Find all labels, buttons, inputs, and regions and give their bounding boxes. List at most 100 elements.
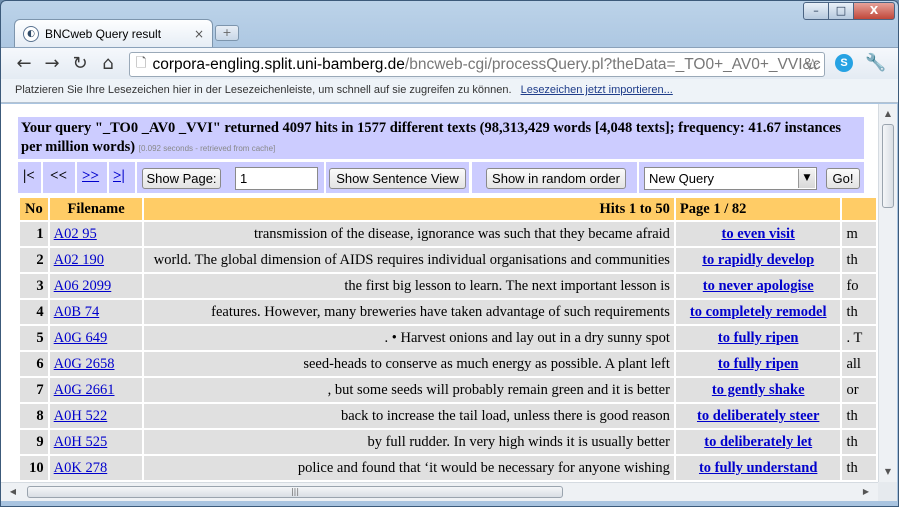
node-link[interactable]: to fully ripen [718,330,799,346]
random-order-button[interactable]: Show in random order [486,168,626,189]
row-number: 7 [20,378,48,402]
table-row: 3 A06 2099 the first big lesson to learn. … [20,274,876,298]
bookmarks-hint: Platzieren Sie Ihre Lesezeichen hier in … [15,84,512,96]
maximize-button[interactable]: □ [828,2,854,20]
back-arrow-icon[interactable]: ← [13,53,35,75]
forward-arrow-icon[interactable]: → [41,53,63,75]
table-row: 6 A0G 2658 seed-heads to conserve as much … [20,352,876,376]
node-cell: to never apologise [675,274,841,298]
right-context: th [842,404,876,428]
left-context: by full rudder. In very high winds it is… [144,430,674,454]
vertical-scrollbar[interactable]: ▲ ▼ [878,104,897,482]
random-order-cell: Show in random order [472,162,637,193]
left-context: , but some seeds will probably remain gr… [144,378,674,402]
prev-page-link[interactable]: << [50,168,67,185]
filename-link[interactable]: A0G 649 [54,330,108,346]
filename-link[interactable]: A0K 278 [54,460,108,476]
scroll-up-arrow-icon[interactable]: ▲ [879,106,897,122]
horizontal-scrollbar[interactable]: ◀ ||| ▶ [1,482,878,501]
new-query-select[interactable]: New Query ▼ [644,167,817,190]
node-link[interactable]: to fully ripen [718,356,799,372]
left-context: transmission of the disease, ignorance w… [144,222,674,246]
left-context: seed-heads to conserve as much energy as… [144,352,674,376]
right-context: or [842,378,876,402]
node-link[interactable]: to rapidly develop [702,252,814,268]
row-number: 4 [20,300,48,324]
table-header-row: No Filename Hits 1 to 50 Page 1 / 82 [20,198,876,220]
filename-cell: A0K 278 [49,456,143,480]
filename-link[interactable]: A0G 2661 [54,382,115,398]
close-icon[interactable]: × [194,27,204,41]
url-path: /bncweb-cgi/processQuery.pl?theData=_TO0… [404,55,821,73]
node-cell: to deliberately steer [675,404,841,428]
filename-link[interactable]: A0B 74 [54,304,100,320]
new-query-selected: New Query [649,171,715,186]
reload-icon[interactable]: ↻ [69,53,91,75]
left-context: back to increase the tail load, unless t… [144,404,674,428]
browser-window: ◐ BNCweb Query result × + – □ X ← → ↻ ⌂ … [0,0,899,507]
query-summary: Your query "_TO0 _AV0 _VVI" returned 409… [18,117,864,159]
table-row: 7 A0G 2661 , but some seeds will probably … [20,378,876,402]
node-link[interactable]: to never apologise [703,278,814,294]
sentence-view-button[interactable]: Show Sentence View [329,168,466,189]
node-cell: to rapidly develop [675,248,841,272]
next-page-cell: >> [77,162,107,193]
import-bookmarks-link[interactable]: Lesezeichen jetzt importieren... [521,84,673,96]
show-page-cell: Show Page: 1 [137,162,324,193]
node-link[interactable]: to gently shake [712,382,805,398]
wrench-icon[interactable]: 🔧 [865,53,886,73]
navigation-controls: |< << >> >| Show Page: 1 Show Sentence V… [18,162,864,193]
table-row: 4 A0B 74 features. However, many breweries… [20,300,876,324]
left-context: the first big lesson to learn. The next … [144,274,674,298]
scroll-left-arrow-icon[interactable]: ◀ [5,483,21,501]
row-number: 3 [20,274,48,298]
close-window-button[interactable]: X [853,2,895,20]
home-icon[interactable]: ⌂ [97,53,119,75]
filename-link[interactable]: A0H 525 [54,434,108,450]
table-row: 9 A0H 525 by full rudder. In very high win… [20,430,876,454]
table-row: 2 A02 190 world. The global dimension of A… [20,248,876,272]
node-link[interactable]: to fully understand [699,460,817,476]
scroll-right-arrow-icon[interactable]: ▶ [858,483,874,501]
go-button[interactable]: Go! [826,168,860,189]
left-context: . • Harvest onions and lay out in a dry … [144,326,674,350]
minimize-button[interactable]: – [803,2,829,20]
node-link[interactable]: to completely remodel [690,304,827,320]
node-link[interactable]: to deliberately let [704,434,812,450]
node-link[interactable]: to deliberately steer [697,408,819,424]
filename-link[interactable]: A02 190 [54,252,104,268]
new-tab-button[interactable]: + [215,25,239,41]
header-no: No [20,198,48,220]
scrollbar-corner [878,482,897,501]
page-number-input[interactable]: 1 [235,167,318,190]
scroll-down-arrow-icon[interactable]: ▼ [879,464,897,480]
filename-link[interactable]: A06 2099 [54,278,112,294]
bookmark-star-icon[interactable]: ☆ [806,55,820,74]
node-link[interactable]: to even visit [722,226,795,242]
address-bar[interactable]: 🗋 corpora-engling.split.uni-bamberg.de /… [129,52,825,77]
url-host: corpora-engling.split.uni-bamberg.de [152,55,405,73]
node-cell: to fully ripen [675,326,841,350]
last-page-link[interactable]: >| [113,168,125,185]
right-context: th [842,456,876,480]
node-cell: to fully ripen [675,352,841,376]
page-icon: 🗋 [136,55,147,71]
node-cell: to completely remodel [675,300,841,324]
vertical-scroll-thumb[interactable] [882,124,894,208]
horizontal-scroll-thumb[interactable]: ||| [27,486,563,498]
query-timing: [0.092 seconds - retrieved from cache] [138,144,276,153]
skype-extension-icon[interactable]: S [835,54,853,72]
chevron-down-icon: ▼ [798,169,815,188]
header-hits: Hits 1 to 50 [144,198,674,220]
node-cell: to even visit [675,222,841,246]
filename-cell: A0G 2658 [49,352,143,376]
filename-cell: A0G 2661 [49,378,143,402]
filename-link[interactable]: A0H 522 [54,408,108,424]
sentence-view-cell: Show Sentence View [326,162,469,193]
first-page-link[interactable]: |< [23,168,35,185]
filename-link[interactable]: A0G 2658 [54,356,115,372]
browser-tab[interactable]: ◐ BNCweb Query result × [14,19,213,47]
show-page-button[interactable]: Show Page: [142,168,221,189]
next-page-link[interactable]: >> [82,168,99,185]
filename-link[interactable]: A02 95 [54,226,97,242]
